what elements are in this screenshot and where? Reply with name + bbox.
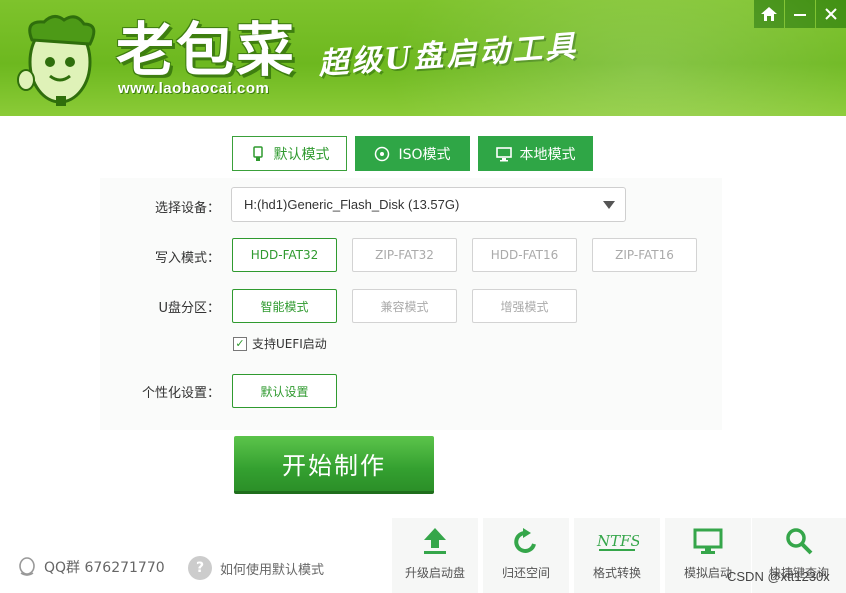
uefi-option[interactable]: ✓ 支持UEFI启动 — [233, 335, 327, 352]
partition-label: U盘分区： — [158, 301, 220, 316]
ntfs-icon: NTFS — [596, 532, 639, 551]
question-icon: ? — [188, 556, 212, 580]
tool-restore-space[interactable]: 归还空间 — [483, 518, 569, 593]
usb-icon — [250, 145, 266, 162]
device-select[interactable]: H:(hd1)Generic_Flash_Disk (13.57G) — [231, 187, 626, 222]
app-header: 老包菜 www.laobaocai.com 超级U盘启动工具 — [0, 0, 846, 116]
tool-label: 归还空间 — [501, 566, 550, 580]
monitor-icon — [495, 146, 512, 162]
minimize-icon[interactable] — [785, 0, 815, 28]
close-icon[interactable] — [816, 0, 846, 28]
disc-icon — [374, 146, 390, 162]
tool-upgrade-boot-disk[interactable]: 升级启动盘 — [392, 518, 478, 593]
qq-text: QQ群 676271770 — [44, 560, 165, 576]
write-mode-zip-fat32[interactable]: ZIP-FAT32 — [352, 238, 457, 272]
slogan: 超级U盘启动工具 — [317, 28, 580, 83]
search-icon — [786, 528, 813, 555]
brand-name: 老包菜 — [116, 16, 297, 84]
help-text: 如何使用默认模式 — [220, 562, 325, 578]
partition-enhanced[interactable]: 增强模式 — [472, 289, 577, 323]
upload-icon — [424, 528, 446, 554]
device-value: H:(hd1)Generic_Flash_Disk (13.57G) — [244, 197, 460, 212]
tab-label: ISO模式 — [398, 146, 451, 163]
write-mode-hdd-fat32[interactable]: HDD-FAT32 — [232, 238, 337, 272]
tab-default-mode[interactable]: 默认模式 — [232, 136, 347, 171]
tool-label: 升级启动盘 — [404, 566, 465, 580]
write-mode-hdd-fat16[interactable]: HDD-FAT16 — [472, 238, 577, 272]
write-mode-zip-fat16[interactable]: ZIP-FAT16 — [592, 238, 697, 272]
start-button[interactable]: 开始制作 — [234, 436, 434, 494]
tool-label: 格式转换 — [592, 566, 641, 580]
uefi-checkbox[interactable]: ✓ — [233, 336, 247, 351]
watermark: CSDN @xtt1230x — [727, 569, 830, 584]
tool-format-convert[interactable]: NTFS 格式转换 — [574, 518, 660, 593]
help-link[interactable]: ? 如何使用默认模式 — [188, 556, 324, 580]
qq-icon — [19, 557, 35, 576]
chevron-down-icon — [603, 201, 615, 209]
monitor-icon — [693, 528, 723, 554]
qq-group[interactable]: QQ群 676271770 — [16, 556, 165, 578]
device-label: 选择设备： — [154, 201, 220, 216]
cabbage-mascot-logo — [17, 15, 96, 106]
tab-local-mode[interactable]: 本地模式 — [478, 136, 593, 171]
window-controls — [754, 0, 846, 28]
personal-label: 个性化设置： — [141, 386, 220, 401]
tab-label: 本地模式 — [519, 146, 576, 163]
svg-text:NTFS: NTFS — [596, 532, 639, 550]
tab-iso-mode[interactable]: ISO模式 — [355, 136, 470, 171]
tool-label: 模拟启动 — [683, 566, 732, 580]
brand-url: www.laobaocai.com — [118, 80, 270, 97]
default-settings-button[interactable]: 默认设置 — [232, 374, 337, 408]
uefi-label: 支持UEFI启动 — [252, 337, 327, 351]
write-mode-label: 写入模式： — [154, 251, 220, 266]
refresh-icon — [514, 528, 536, 553]
partition-smart[interactable]: 智能模式 — [232, 289, 337, 323]
partition-compatible[interactable]: 兼容模式 — [352, 289, 457, 323]
home-icon[interactable] — [754, 0, 784, 28]
tab-label: 默认模式 — [273, 146, 330, 163]
